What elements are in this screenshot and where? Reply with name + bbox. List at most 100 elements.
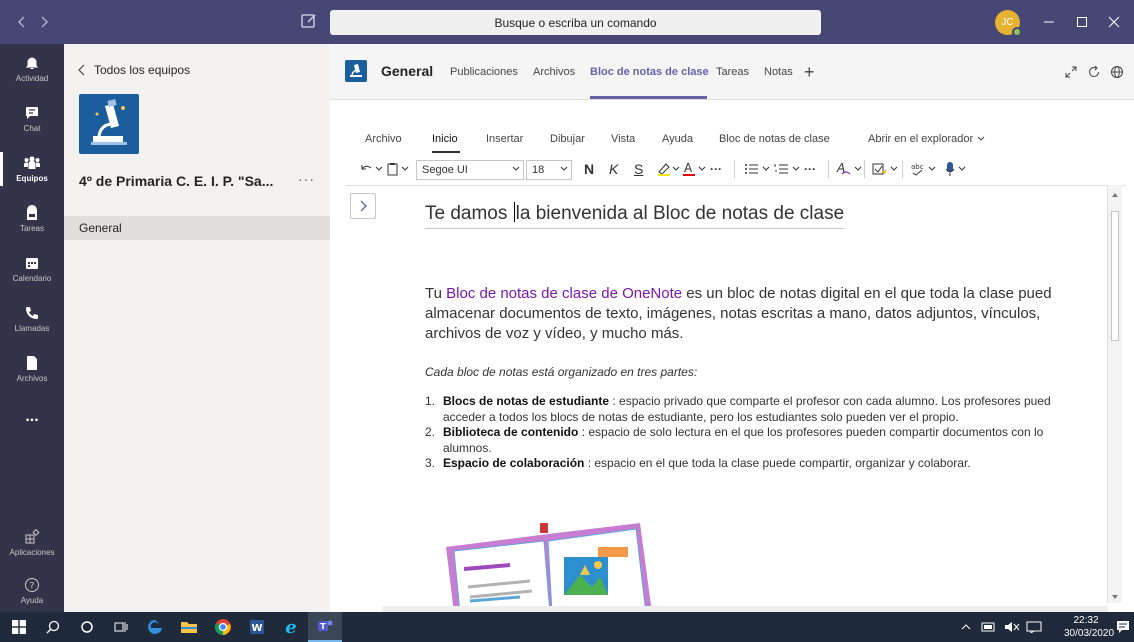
appbar-more-button[interactable]: ...: [0, 392, 64, 442]
globe-icon[interactable]: [1109, 64, 1125, 80]
appbar-label: Calendario: [12, 274, 52, 283]
tray-show-hidden-icon[interactable]: [958, 612, 974, 642]
numbering-button[interactable]: [774, 158, 802, 180]
taskbar-search-button[interactable]: [36, 612, 70, 642]
team-name[interactable]: 4º de Primaria C. E. I. P. "Sa...: [79, 173, 289, 189]
start-button[interactable]: [2, 612, 36, 642]
dictate-button[interactable]: [944, 158, 968, 180]
search-input[interactable]: Busque o escriba un comando: [330, 10, 821, 35]
scrollbar-thumb[interactable]: [1111, 211, 1119, 341]
ribbon-tabs: Archivo Inicio Insertar Dibujar Vista Ay…: [330, 130, 1120, 153]
taskbar-chrome[interactable]: [206, 612, 240, 642]
appbar-item-actividad[interactable]: Actividad: [0, 44, 64, 94]
underline-button[interactable]: S: [634, 158, 643, 180]
minimize-icon[interactable]: [1039, 12, 1059, 32]
italic-button[interactable]: K: [609, 158, 618, 180]
tray-message-icon[interactable]: [1024, 612, 1044, 642]
appbar-item-chat[interactable]: Chat: [0, 94, 64, 144]
team-more-options-button[interactable]: ···: [298, 171, 315, 187]
avatar[interactable]: JC: [995, 10, 1022, 37]
vertical-scrollbar[interactable]: [1107, 185, 1122, 603]
tag-button[interactable]: [872, 158, 900, 180]
chevron-down-icon: [977, 136, 985, 141]
maximize-icon[interactable]: [1072, 12, 1092, 32]
notebook-page[interactable]: Te damos la bienvenida al Bloc de notas …: [346, 185, 1126, 612]
clipboard-button[interactable]: [386, 158, 412, 180]
tab-tareas[interactable]: Tareas: [716, 66, 749, 78]
refresh-icon[interactable]: [1086, 64, 1102, 80]
tab-notas[interactable]: Notas: [764, 66, 793, 78]
ribbon-tab-insertar[interactable]: Insertar: [486, 133, 523, 145]
appbar-item-tareas[interactable]: Tareas: [0, 194, 64, 244]
add-tab-button[interactable]: +: [804, 62, 815, 83]
bullets-button[interactable]: [744, 158, 772, 180]
file-icon: [27, 356, 37, 370]
taskbar-teams[interactable]: T: [308, 612, 342, 642]
more-paragraph-options-button[interactable]: ···: [804, 158, 816, 180]
back-arrow-icon[interactable]: [14, 12, 30, 32]
close-icon[interactable]: [1104, 12, 1124, 32]
taskbar-file-explorer[interactable]: [172, 612, 206, 642]
ribbon-tab-dibujar[interactable]: Dibujar: [550, 133, 585, 145]
tab-bloc-de-notas-de-clase[interactable]: Bloc de notas de clase: [590, 66, 709, 78]
styles-button[interactable]: A: [836, 158, 864, 180]
font-color-icon: A: [683, 161, 706, 176]
taskbar-clock[interactable]: 22:32 30/03/2020: [1064, 614, 1115, 640]
bell-icon: [25, 57, 39, 69]
expand-navigation-button[interactable]: [350, 193, 376, 219]
appbar-item-llamadas[interactable]: Llamadas: [0, 294, 64, 344]
tray-volume-muted-icon[interactable]: [1002, 612, 1022, 642]
svg-text:e: e: [285, 618, 296, 636]
appbar-item-aplicaciones[interactable]: Aplicaciones: [0, 518, 64, 568]
clock-date: 30/03/2020: [1064, 628, 1115, 639]
ribbon-tab-vista[interactable]: Vista: [611, 133, 635, 145]
team-panel: Todos los equipos 4º de Primaria C. E. I…: [64, 44, 330, 612]
font-name-select[interactable]: Segoe UI: [416, 160, 524, 180]
channel-item-general[interactable]: General: [64, 216, 330, 240]
ribbon-tab-inicio[interactable]: Inicio: [432, 133, 458, 145]
action-center-icon[interactable]: [1112, 612, 1134, 642]
taskbar-word[interactable]: W: [240, 612, 274, 642]
backpack-icon: [27, 205, 37, 220]
undo-button[interactable]: [358, 158, 384, 180]
appbar-item-calendario[interactable]: Calendario: [0, 244, 64, 294]
onenote-link[interactable]: Bloc de notas de clase de OneNote: [446, 285, 682, 302]
new-chat-icon[interactable]: [300, 12, 320, 32]
bold-button[interactable]: N: [584, 158, 594, 180]
taskbar-internet-explorer[interactable]: e: [274, 612, 308, 642]
appbar-label: Ayuda: [20, 596, 44, 605]
forward-arrow-icon[interactable]: [36, 12, 52, 32]
appbar-item-equipos[interactable]: Equipos: [0, 144, 64, 194]
all-teams-link[interactable]: Todos los equipos: [78, 63, 190, 77]
scroll-up-arrow-icon[interactable]: [1108, 189, 1122, 201]
appbar-label: Archivos: [16, 374, 48, 383]
cortana-button[interactable]: [70, 612, 104, 642]
more-font-options-button[interactable]: ···: [710, 158, 722, 180]
svg-text:A: A: [684, 161, 693, 175]
appbar-item-archivos[interactable]: Archivos: [0, 344, 64, 394]
intro-paragraph[interactable]: Tu Bloc de notas de clase de OneNote es …: [425, 284, 1125, 344]
more-icon: ...: [25, 408, 39, 425]
taskbar-edge-new[interactable]: [138, 612, 172, 642]
intro-prefix: Tu: [425, 285, 447, 302]
expand-icon[interactable]: [1063, 64, 1079, 80]
scroll-down-arrow-icon[interactable]: [1108, 591, 1122, 603]
appbar-item-ayuda[interactable]: ? Ayuda: [0, 566, 64, 616]
highlight-button[interactable]: [656, 158, 682, 180]
tab-publicaciones[interactable]: Publicaciones: [450, 66, 518, 78]
team-logo-microscope-icon: [79, 94, 139, 154]
ribbon-tab-ayuda[interactable]: Ayuda: [662, 133, 693, 145]
ribbon-active-indicator: [432, 151, 460, 153]
font-color-button[interactable]: A: [682, 158, 708, 180]
ribbon-tab-bloc-de-notas-de-clase[interactable]: Bloc de notas de clase: [719, 133, 830, 145]
list-item: 3. Espacio de colaboración : espacio en …: [425, 456, 1125, 472]
help-icon: ?: [25, 578, 39, 592]
tray-network-icon[interactable]: [978, 612, 1000, 642]
spelling-button[interactable]: abc: [910, 158, 938, 180]
list-number: 2.: [425, 425, 436, 439]
ribbon-tab-archivo[interactable]: Archivo: [365, 133, 402, 145]
ribbon-open-in-browser-button[interactable]: Abrir en el explorador: [868, 133, 985, 145]
tab-archivos[interactable]: Archivos: [533, 66, 575, 78]
page-title[interactable]: Te damos la bienvenida al Bloc de notas …: [425, 202, 845, 229]
task-view-button[interactable]: [104, 612, 138, 642]
